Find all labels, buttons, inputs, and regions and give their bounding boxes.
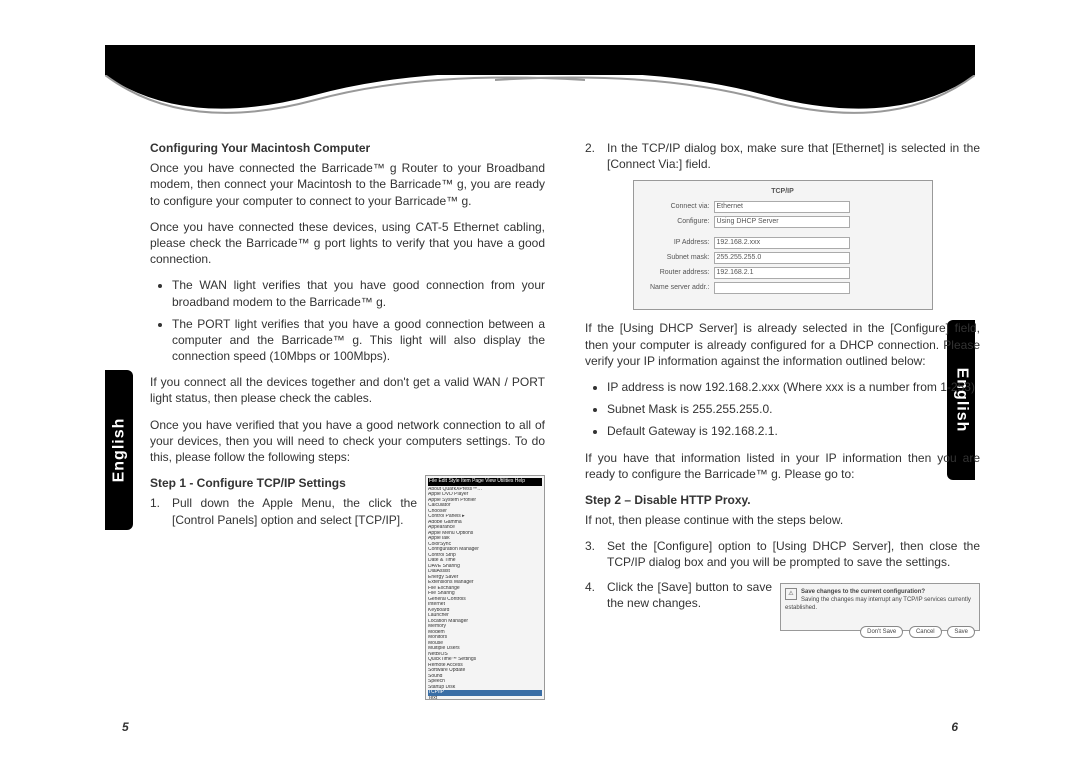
page-right: 2. In the TCP/IP dialog box, make sure t… — [585, 140, 980, 641]
page-number-left: 5 — [122, 720, 129, 734]
paragraph: Once you have connected the Barricade™ g… — [150, 160, 545, 209]
step-number: 1. — [150, 495, 164, 527]
connect-via-field: Ethernet — [714, 201, 850, 213]
step-text: Click the [Save] button to save the new … — [607, 579, 772, 611]
step-text: Pull down the Apple Menu, the click the … — [172, 495, 417, 527]
bullet-ip: IP address is now 192.168.2.xxx (Where x… — [607, 379, 980, 395]
figure-tcpip-dialog: TCP/IP Connect via:Ethernet Configure:Us… — [633, 180, 933, 310]
language-tab-label: English — [110, 418, 128, 483]
page-number-right: 6 — [951, 720, 958, 734]
paragraph: Once you have verified that you have a g… — [150, 417, 545, 466]
bullet-port-light: The PORT light verifies that you have a … — [172, 316, 545, 365]
heading-config-mac: Configuring Your Macintosh Computer — [150, 140, 545, 156]
bullet-gateway: Default Gateway is 192.168.2.1. — [607, 423, 980, 439]
figure-apple-menu: File Edit Style Item Page View Utilities… — [425, 475, 545, 700]
warning-icon: ⚠ — [785, 588, 797, 600]
figure-save-dialog: ⚠ Save changes to the current configurat… — [780, 583, 980, 631]
save-button: Save — [947, 626, 975, 638]
page-left: Configuring Your Macintosh Computer Once… — [150, 140, 545, 700]
cancel-button: Cancel — [909, 626, 942, 638]
language-tab-left: English — [105, 370, 133, 530]
dialog-title: TCP/IP — [640, 187, 926, 196]
heading-step2: Step 2 – Disable HTTP Proxy. — [585, 492, 980, 508]
step-number: 2. — [585, 140, 599, 172]
paragraph: Once you have connected these devices, u… — [150, 219, 545, 268]
paragraph: If not, then please continue with the st… — [585, 512, 980, 528]
dont-save-button: Don't Save — [860, 626, 903, 638]
bullet-subnet: Subnet Mask is 255.255.255.0. — [607, 401, 980, 417]
paragraph: If you have that information listed in y… — [585, 450, 980, 482]
paragraph: If the [Using DHCP Server] is already se… — [585, 320, 980, 369]
paragraph: If you connect all the devices together … — [150, 374, 545, 406]
step-number: 4. — [585, 579, 599, 611]
top-black-band — [105, 45, 975, 75]
configure-field: Using DHCP Server — [714, 216, 850, 228]
curve-right — [495, 75, 975, 135]
bullet-wan-light: The WAN light verifies that you have goo… — [172, 277, 545, 309]
step-text: In the TCP/IP dialog box, make sure that… — [607, 140, 980, 172]
step-number: 3. — [585, 538, 599, 570]
step-text: Set the [Configure] option to [Using DHC… — [607, 538, 980, 570]
